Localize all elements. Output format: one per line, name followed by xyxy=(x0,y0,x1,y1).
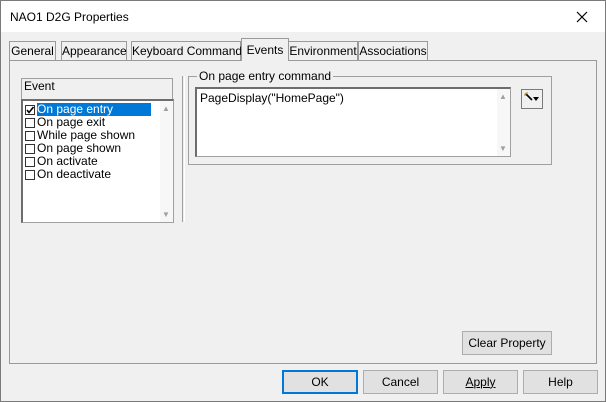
command-text: PageDisplay("HomePage") xyxy=(200,91,344,105)
title-bar: NAO1 D2G Properties xyxy=(1,1,605,32)
scroll-down-icon[interactable]: ▼ xyxy=(162,210,170,219)
properties-dialog: NAO1 D2G Properties General Appearance K… xyxy=(0,0,606,402)
event-checkbox[interactable] xyxy=(25,143,35,154)
command-textarea[interactable]: PageDisplay("HomePage") ▲ ▼ xyxy=(195,87,511,157)
window-title: NAO1 D2G Properties xyxy=(10,10,129,24)
event-checkbox[interactable] xyxy=(25,130,35,141)
help-button[interactable]: Help xyxy=(523,370,598,394)
event-list-header: Event xyxy=(21,78,173,100)
event-list[interactable]: On page entry On page exit While page sh… xyxy=(21,99,174,223)
cancel-button[interactable]: Cancel xyxy=(363,370,438,394)
command-wizard-button[interactable] xyxy=(521,89,543,109)
events-tab-panel: Event On page entry On page exit While p… xyxy=(9,60,597,364)
event-checkbox[interactable] xyxy=(25,104,35,115)
scroll-up-icon[interactable]: ▲ xyxy=(162,104,170,113)
tab-events[interactable]: Events xyxy=(241,38,289,61)
panel-divider xyxy=(182,76,185,222)
command-scrollbar[interactable]: ▲ ▼ xyxy=(497,89,510,156)
event-item-label: On deactivate xyxy=(37,167,112,181)
apply-button[interactable]: Apply xyxy=(443,370,518,394)
command-group-label: On page entry command xyxy=(197,69,334,83)
command-group: On page entry command PageDisplay("HomeP… xyxy=(188,69,552,165)
event-checkbox[interactable] xyxy=(25,156,35,167)
close-icon xyxy=(576,11,588,22)
tab-associations[interactable]: Associations xyxy=(358,41,428,61)
magic-wand-icon xyxy=(524,92,539,101)
event-checkbox[interactable] xyxy=(25,117,35,128)
scroll-up-icon[interactable]: ▲ xyxy=(499,92,507,101)
event-checkbox[interactable] xyxy=(25,169,35,180)
clear-property-button[interactable]: Clear Property xyxy=(462,331,552,355)
tab-appearance[interactable]: Appearance xyxy=(61,41,127,61)
event-item-on-deactivate[interactable]: On deactivate xyxy=(25,168,111,181)
event-list-scrollbar[interactable]: ▲ ▼ xyxy=(160,101,173,222)
scroll-down-icon[interactable]: ▼ xyxy=(499,144,507,153)
close-button[interactable] xyxy=(559,1,605,32)
ok-button[interactable]: OK xyxy=(282,370,358,394)
tab-keyboard-commands[interactable]: Keyboard Commands xyxy=(131,41,248,61)
checkmark-icon xyxy=(26,105,35,114)
tab-environment[interactable]: Environment xyxy=(288,41,358,61)
tab-general[interactable]: General xyxy=(9,41,56,61)
